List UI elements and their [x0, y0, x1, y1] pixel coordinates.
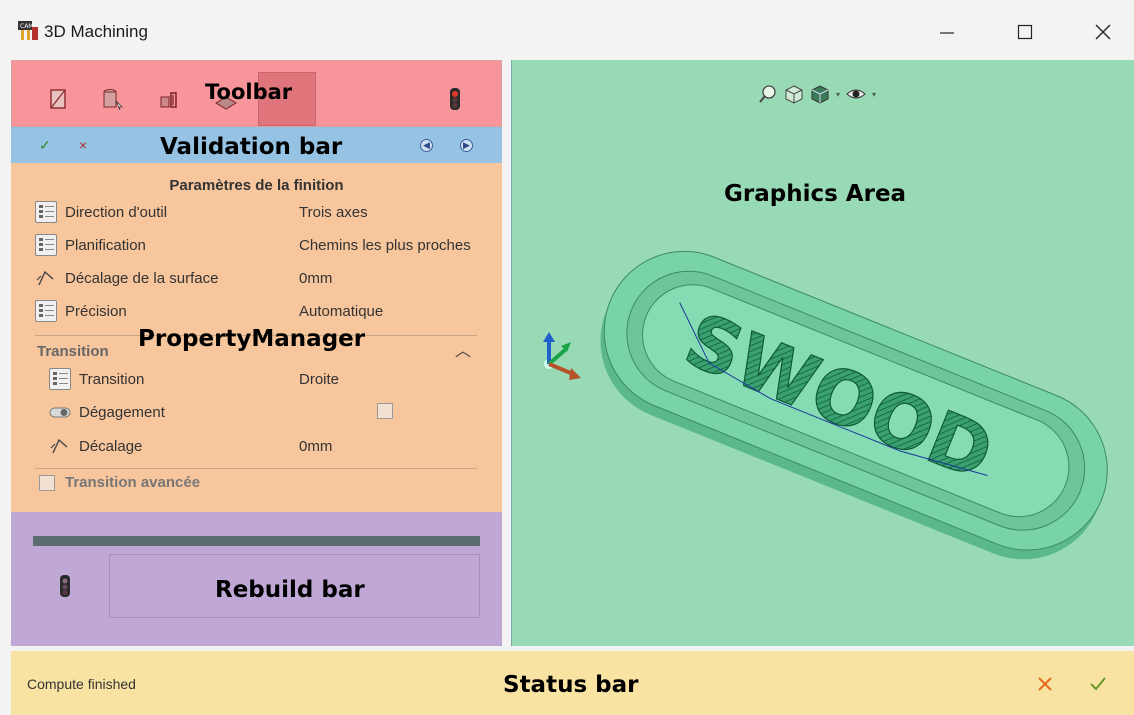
cancel-icon[interactable] [1037, 676, 1053, 692]
property-row[interactable]: Transition Droite [49, 368, 509, 390]
list-icon [49, 368, 71, 390]
cancel-button[interactable]: × [79, 137, 87, 153]
visibility-eye-icon[interactable] [846, 84, 866, 104]
status-text: Compute finished [27, 676, 136, 692]
close-button[interactable] [1078, 14, 1128, 50]
display-style-icon[interactable] [810, 84, 830, 104]
property-row[interactable]: Dégagement [49, 401, 509, 423]
property-label: Dégagement [79, 404, 165, 421]
list-icon [35, 300, 57, 322]
toolbar-label: Toolbar [205, 80, 293, 104]
property-row[interactable]: Décalage de la surface 0mm [35, 267, 495, 289]
maximize-button[interactable] [1000, 14, 1050, 50]
property-value[interactable]: Droite [299, 371, 487, 388]
property-label: Décalage de la surface [65, 270, 219, 287]
confirm-icon[interactable] [1089, 676, 1107, 692]
property-value[interactable]: Automatique [299, 303, 487, 320]
section-heading: Paramètres de la finition [169, 177, 344, 194]
property-label: Transition [79, 371, 145, 388]
property-label: Direction d'outil [65, 204, 168, 221]
title-bar: CAM 3D Machining [0, 0, 1134, 60]
divider [35, 468, 477, 469]
rebuild-progress-bar [33, 536, 480, 546]
zoom-icon[interactable] [758, 84, 778, 104]
list-icon [35, 234, 57, 256]
view-cube-icon[interactable] [784, 84, 804, 104]
property-label: Précision [65, 303, 127, 320]
minimize-icon [940, 32, 954, 34]
collapse-chevron-icon[interactable]: ︿ [455, 337, 471, 361]
chevron-down-icon[interactable]: ▾ [872, 90, 876, 99]
view-toolbar: ▾ ▾ [758, 84, 876, 104]
traffic-light-icon[interactable] [446, 87, 464, 111]
validate-button[interactable]: ✓ [39, 137, 51, 154]
machining-model-view[interactable]: SWOOD [582, 250, 1122, 570]
rebuild-bar-label: Rebuild bar [215, 577, 365, 603]
property-value[interactable]: 0mm [299, 270, 487, 287]
previous-button[interactable]: ◀ [420, 139, 433, 152]
offset-icon [50, 438, 68, 454]
offset-icon [36, 270, 54, 286]
window-title: 3D Machining [44, 22, 148, 41]
property-value[interactable]: 0mm [299, 438, 487, 455]
fixture-icon[interactable] [158, 87, 182, 111]
graphics-area[interactable]: ▾ ▾ SWOOD [511, 60, 1134, 646]
app-icon: CAM [18, 21, 38, 40]
property-label: Planification [65, 237, 146, 254]
advanced-transition-label: Transition avancée [65, 474, 201, 491]
maximize-icon [1017, 24, 1033, 40]
property-row[interactable]: Planification Chemins les plus proches [35, 234, 495, 256]
minimize-button[interactable] [922, 14, 972, 50]
property-label: Décalage [79, 438, 143, 455]
status-bar-label: Status bar [503, 672, 639, 698]
arrow-left-icon: ◀ [423, 140, 430, 150]
property-row[interactable]: Précision Automatique [35, 300, 495, 322]
property-value[interactable]: Chemins les plus proches [299, 237, 487, 254]
list-icon [35, 201, 57, 223]
chevron-down-icon[interactable]: ▾ [836, 90, 840, 99]
next-button[interactable]: ▶ [460, 139, 473, 152]
toggle-icon [49, 407, 71, 418]
arrow-right-icon: ▶ [463, 140, 470, 150]
validation-bar-label: Validation bar [160, 134, 343, 160]
property-row[interactable]: Décalage 0mm [49, 435, 509, 457]
tool-icon[interactable] [100, 87, 124, 111]
transition-group-title: Transition [37, 343, 109, 360]
stock-icon[interactable] [46, 87, 70, 111]
graphics-area-label: Graphics Area [724, 181, 907, 207]
advanced-transition-checkbox[interactable] [39, 475, 55, 491]
clearance-checkbox[interactable] [377, 403, 393, 419]
property-manager-label: PropertyManager [138, 326, 366, 352]
property-row[interactable]: Direction d'outil Trois axes [35, 201, 495, 223]
property-value[interactable]: Trois axes [299, 204, 487, 221]
close-icon [1095, 24, 1111, 40]
svg-text:CAM: CAM [20, 23, 33, 30]
axis-triad-icon [543, 332, 581, 380]
traffic-light-icon[interactable] [59, 574, 71, 598]
